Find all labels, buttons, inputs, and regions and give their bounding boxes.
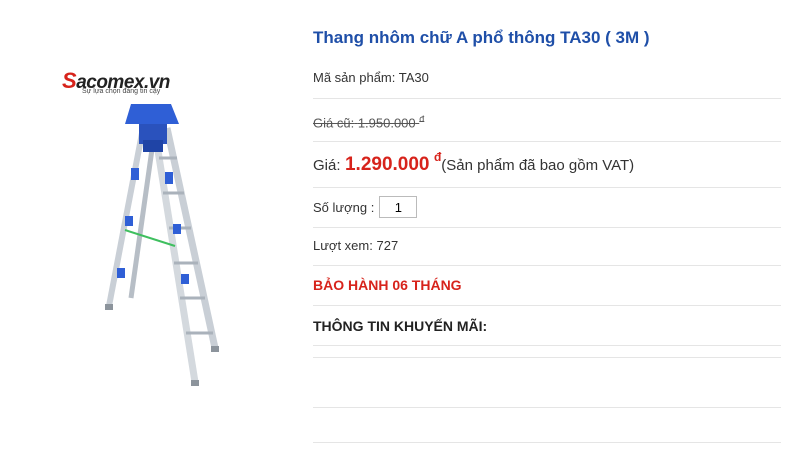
quantity-input[interactable] [379, 196, 418, 218]
view-count: Lượt xem: 727 [313, 238, 399, 253]
logo-tagline: Sự lựa chọn đáng tin cậy [82, 88, 161, 95]
promo-content-area [313, 357, 781, 408]
promo-divider-2 [313, 407, 781, 443]
price-row: Giá: 1.290.000 đ(Sản phẩm đã bao gồm VAT… [313, 141, 781, 188]
views-row: Lượt xem: 727 [313, 227, 781, 266]
old-price-row: Giá cũ: 1.950.000 đ [313, 98, 781, 142]
warranty-text: BẢO HÀNH 06 THÁNG [313, 277, 462, 293]
quantity-row: Số lượng : [313, 187, 781, 228]
vat-note: (Sản phẩm đã bao gồm VAT) [441, 157, 635, 174]
quantity-control: Số lượng : [313, 196, 418, 218]
product-title: Thang nhôm chữ A phổ thông TA30 ( 3M ) [313, 28, 650, 47]
product-image-ladder[interactable] [95, 98, 225, 388]
quantity-label: Số lượng : [313, 199, 375, 215]
sku-text: Mã sản phẩm: TA30 [313, 70, 429, 85]
sku-row: Mã sản phẩm: TA30 [313, 58, 781, 99]
old-price: Giá cũ: 1.950.000 đ [313, 114, 425, 131]
price-value: 1.290.000 [344, 154, 430, 175]
promo-row: THÔNG TIN KHUYẾN MÃI: [313, 305, 781, 346]
product-image-panel: Sacomex.vn Sự lựa chọn đáng tin cậy [0, 0, 300, 450]
currency-symbol: đ [433, 150, 442, 164]
warranty-row: BẢO HÀNH 06 THÁNG [313, 265, 781, 306]
promo-heading: THÔNG TIN KHUYẾN MÃI: [313, 318, 488, 334]
sacomex-logo: Sacomex.vn Sự lựa chọn đáng tin cậy [62, 68, 182, 98]
current-price: Giá: 1.290.000 đ(Sản phẩm đã bao gồm VAT… [313, 150, 635, 175]
